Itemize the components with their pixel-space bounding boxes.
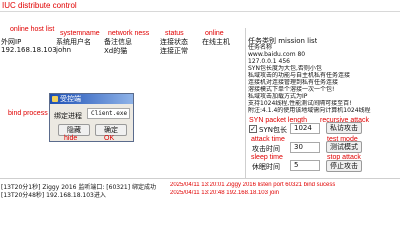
task-line: 私域攻击加载方式为IP: [248, 93, 308, 100]
row-ip: 192.168.18.103: [1, 46, 57, 54]
annotation-hide: hide: [64, 135, 78, 142]
task-line: 任务名称: [248, 44, 273, 51]
dialog-title: 受控端: [60, 95, 81, 103]
annotation-sleep-time: sleep time: [251, 154, 283, 161]
sleep-time-label: 休眠时间: [252, 163, 280, 171]
table-row[interactable]: 192.168.18.103 john Xd的猫 连接正常: [0, 46, 245, 55]
annotation-ok: OK: [104, 135, 115, 142]
annotation-online-host-list: online host list: [10, 26, 55, 33]
task-line: 私域攻击的功能与自主机私有任务连接: [248, 72, 351, 79]
log-translation: 2025/04/11 13:20:01 Ziggy 2016 listen po…: [170, 182, 336, 188]
task-list-lines: 任务名称 www.baidu.com 80 127.0.0.1 456 SYN包…: [248, 44, 371, 114]
log-area[interactable]: [13T20分1秒] Ziggy 2016 监听端口: [60321] 绑定成功…: [0, 179, 400, 199]
dialog-bind-label: 绑定进程: [54, 112, 82, 120]
log-line: [13T20分48秒] 192.168.18.103进入: [1, 192, 106, 199]
dialog-title-bar[interactable]: 受控端: [50, 94, 133, 104]
annotation-bind-process: bind process: [8, 110, 48, 117]
test-mode-button[interactable]: 测试模式: [326, 141, 362, 153]
title-separator: [0, 11, 400, 12]
dialog-app-icon: [52, 96, 58, 102]
annotation-attack-time: attack time: [251, 136, 285, 143]
dialog-bind-field[interactable]: Client.exe: [87, 108, 130, 119]
task-line: SYN包长度为大包,否则小包: [248, 65, 322, 72]
attack-time-field[interactable]: 30: [290, 142, 320, 153]
task-line: 溶接模式下单个溶接一次一个包!: [248, 86, 335, 93]
stop-attack-button[interactable]: 停止攻击: [326, 160, 362, 172]
annotation-status: status: [165, 30, 184, 37]
task-line: 127.0.0.1 456: [248, 58, 290, 65]
row-note: Xd的猫: [104, 47, 128, 55]
controlled-end-dialog: 受控端 绑定进程 Client.exe 隐藏 确定: [49, 93, 134, 142]
syn-checkbox[interactable]: ✓: [249, 125, 257, 133]
syn-checkbox-label: SYN包长: [259, 126, 287, 134]
task-line: 支持1024线程,性能测试间隔可接至百!: [248, 100, 352, 107]
log-translation: 2025/04/11 13:20:48 192.168.18.103 join: [170, 190, 279, 196]
syn-length-field[interactable]: 1024: [290, 123, 320, 134]
row-user: john: [56, 46, 72, 54]
task-line: 附注:4.1.4的使用该地域需向计算机1024线程: [248, 107, 371, 114]
task-line: www.baidu.com 80: [248, 51, 306, 58]
row-status: 连接正常: [160, 47, 188, 55]
annotation-network: network ness: [108, 30, 150, 37]
sleep-time-field[interactable]: 5: [290, 160, 320, 171]
app-title: IUC distribute control: [2, 1, 77, 10]
attack-time-label: 攻击时间: [252, 145, 280, 153]
panel-divider: [245, 28, 246, 178]
annotation-online: online: [205, 30, 224, 37]
task-list-box[interactable]: 任务类别 mission list 任务名称 www.baidu.com 80 …: [247, 36, 400, 116]
recursive-attack-button[interactable]: 私访攻击: [326, 122, 362, 134]
task-line: 连接机对连接管理到私有任务连接: [248, 79, 339, 86]
annotation-systemname: systemname: [60, 30, 100, 37]
